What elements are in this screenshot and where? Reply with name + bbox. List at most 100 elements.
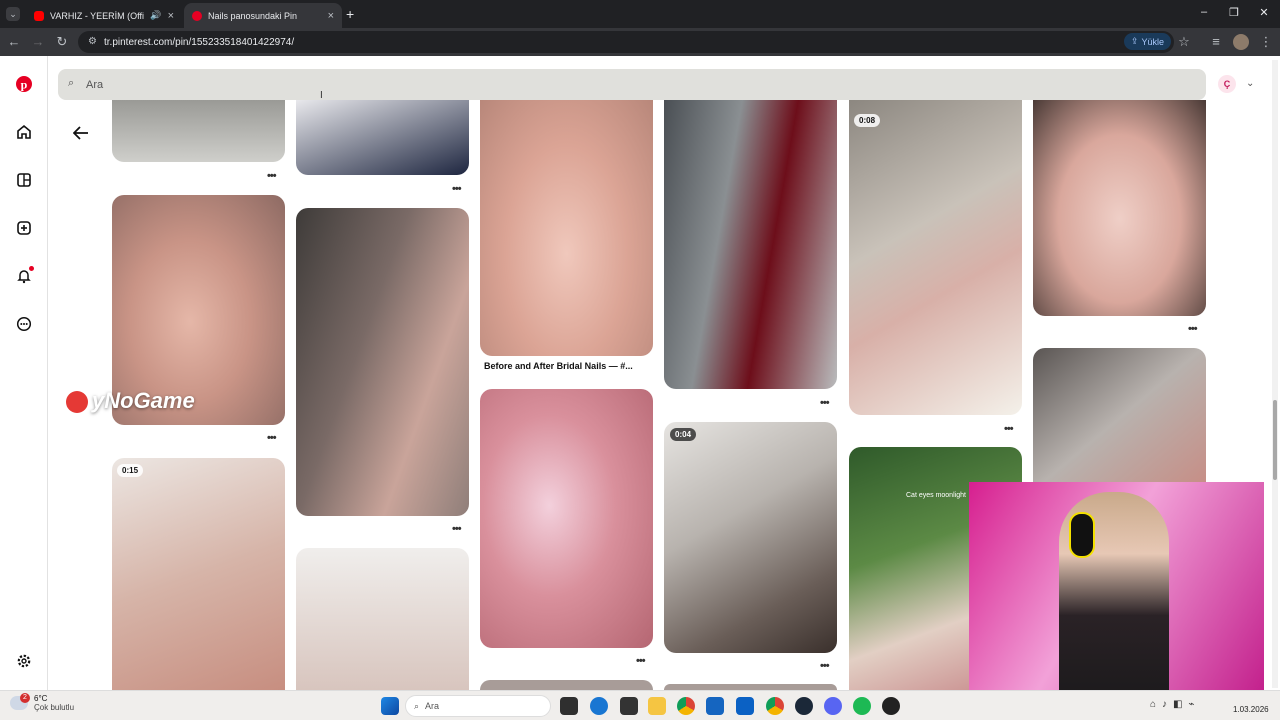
pin-image[interactable] — [664, 100, 837, 389]
tab-search-icon[interactable]: ⌄ — [6, 7, 20, 21]
menu-icon[interactable]: ⋮ — [1258, 34, 1274, 50]
pin-more-icon[interactable]: ••• — [1004, 423, 1014, 435]
pin-video[interactable] — [112, 458, 285, 690]
search-bar[interactable]: ⌕ Ara — [58, 69, 1206, 100]
back-icon[interactable]: ← — [6, 34, 22, 49]
pin-image[interactable] — [1033, 100, 1206, 316]
weather-widget[interactable]: 2 6°C Çok bulutlu — [10, 693, 75, 712]
taskbar-search-icon: ⌕ — [414, 700, 420, 711]
pin-image[interactable] — [296, 208, 469, 516]
pin-more-icon[interactable]: ••• — [820, 660, 830, 672]
search-icon: ⌕ — [68, 77, 75, 89]
pin-video[interactable] — [849, 100, 1022, 415]
tray-icons[interactable]: ⌂♪◧⌁ — [1150, 699, 1201, 710]
clock-date[interactable]: 1.03.2026 — [1233, 705, 1269, 714]
scrollbar-thumb[interactable] — [1273, 400, 1277, 480]
pinterest-logo-icon[interactable]: p — [14, 74, 34, 94]
pin-more-icon[interactable]: ••• — [452, 523, 462, 535]
video-duration-badge: 0:04 — [670, 428, 697, 441]
pin-more-icon[interactable]: ••• — [820, 397, 830, 409]
stream-logo-text: yNoGame — [92, 388, 195, 413]
pinterest-sidebar: p — [0, 56, 48, 690]
new-tab-icon[interactable]: + — [346, 6, 354, 22]
pin-video[interactable] — [664, 422, 837, 653]
weather-cloud-icon: 2 — [10, 693, 30, 710]
pin-more-icon[interactable]: ••• — [267, 170, 277, 182]
weather-alert-badge: 2 — [20, 693, 30, 703]
back-button[interactable] — [70, 122, 92, 144]
minimize-icon[interactable]: – — [1194, 6, 1214, 18]
reload-icon[interactable]: ↻ — [54, 34, 70, 50]
home-icon[interactable] — [14, 122, 34, 142]
browser-toolbar: ← → ↻ ⚙ tr.pinterest.com/pin/15523351840… — [0, 28, 1280, 56]
windows-taskbar: 2 6°C Çok bulutlu ⌕ Ara ⌂♪◧⌁ 1.03.2026 — [0, 690, 1280, 720]
pin-image[interactable] — [1033, 348, 1206, 488]
discord-icon[interactable] — [824, 697, 842, 715]
upload-button[interactable]: ⇪ Yükle — [1124, 33, 1172, 50]
url-text: tr.pinterest.com/pin/155233518401422974/ — [104, 36, 295, 48]
outlook-icon[interactable] — [736, 697, 754, 715]
pinterest-icon — [192, 10, 202, 21]
messages-icon[interactable] — [14, 314, 34, 334]
pin-image[interactable] — [480, 100, 653, 356]
stream-logo-icon — [66, 391, 88, 414]
forward-icon[interactable]: → — [30, 34, 46, 49]
search-placeholder: Ara — [86, 78, 104, 91]
pin-image[interactable] — [296, 548, 469, 690]
tab-pinterest[interactable]: Nails panosundaki Pin × — [184, 3, 342, 28]
explore-icon[interactable] — [14, 170, 34, 190]
pin-overlay-text: Cat eyes moonlight — [906, 492, 966, 499]
close-tab-icon[interactable]: × — [328, 10, 334, 22]
pin-more-icon[interactable]: ••• — [452, 183, 462, 195]
stream-logo-overlay: yNoGame — [66, 388, 195, 414]
bookmark-star-icon[interactable]: ☆ — [1176, 34, 1192, 50]
pin-image[interactable] — [480, 680, 653, 690]
notifications-icon[interactable] — [14, 266, 34, 286]
tab-youtube-title: VARHIZ - YEERİM (Official I — [50, 10, 145, 21]
close-tab-icon[interactable]: × — [168, 10, 174, 22]
address-bar[interactable]: ⚙ tr.pinterest.com/pin/15523351840142297… — [78, 31, 1174, 53]
site-info-icon[interactable]: ⚙ — [88, 36, 97, 47]
weather-temp: 6°C — [34, 694, 48, 703]
speaker-icon: 🔊 — [150, 10, 162, 20]
headphones-graphic — [1069, 512, 1095, 558]
task-view-icon[interactable] — [560, 697, 578, 715]
spotify-icon[interactable] — [853, 697, 871, 715]
app-icon[interactable] — [620, 697, 638, 715]
close-window-icon[interactable]: ✕ — [1254, 6, 1274, 19]
account-chevron-down-icon[interactable]: ⌄ — [1246, 78, 1254, 89]
youtube-icon — [34, 10, 44, 21]
svg-text:p: p — [21, 78, 28, 92]
media-control-icon[interactable]: ≡ — [1208, 34, 1224, 49]
pin-image[interactable] — [112, 100, 285, 162]
pin-caption[interactable]: Before and After Bridal Nails — #... — [484, 361, 633, 371]
chrome-icon[interactable] — [677, 697, 695, 715]
webcam-overlay — [969, 482, 1264, 698]
back-arrow-icon — [73, 126, 88, 140]
video-duration-badge: 0:08 — [854, 114, 881, 127]
store-icon[interactable] — [706, 697, 724, 715]
edge-icon[interactable] — [590, 697, 608, 715]
restore-icon[interactable]: ❐ — [1224, 6, 1244, 19]
pin-image[interactable] — [296, 100, 469, 175]
obs-icon[interactable] — [882, 697, 900, 715]
settings-icon[interactable] — [14, 651, 34, 671]
weather-desc: Çok bulutlu — [34, 703, 75, 712]
user-avatar[interactable]: Ç — [1218, 75, 1236, 93]
tab-youtube[interactable]: VARHIZ - YEERİM (Official I 🔊 × — [26, 3, 182, 28]
file-explorer-icon[interactable] — [648, 697, 666, 715]
upload-icon: ⇪ — [1131, 36, 1139, 46]
taskbar-search-box[interactable]: ⌕ Ara — [405, 695, 551, 717]
pin-more-icon[interactable]: ••• — [636, 655, 646, 667]
create-icon[interactable] — [14, 218, 34, 238]
browser-tab-strip: ⌄ VARHIZ - YEERİM (Official I 🔊 × Nails … — [0, 0, 1280, 28]
pin-more-icon[interactable]: ••• — [1188, 323, 1198, 335]
profile-avatar[interactable] — [1233, 34, 1249, 50]
upload-label: Yükle — [1141, 36, 1165, 47]
pin-image[interactable] — [480, 389, 653, 648]
chrome-active-icon[interactable] — [766, 697, 784, 715]
pin-more-icon[interactable]: ••• — [267, 432, 277, 444]
windows-start-icon[interactable] — [381, 697, 399, 715]
page-scrollbar[interactable] — [1272, 60, 1278, 688]
steam-icon[interactable] — [795, 697, 813, 715]
